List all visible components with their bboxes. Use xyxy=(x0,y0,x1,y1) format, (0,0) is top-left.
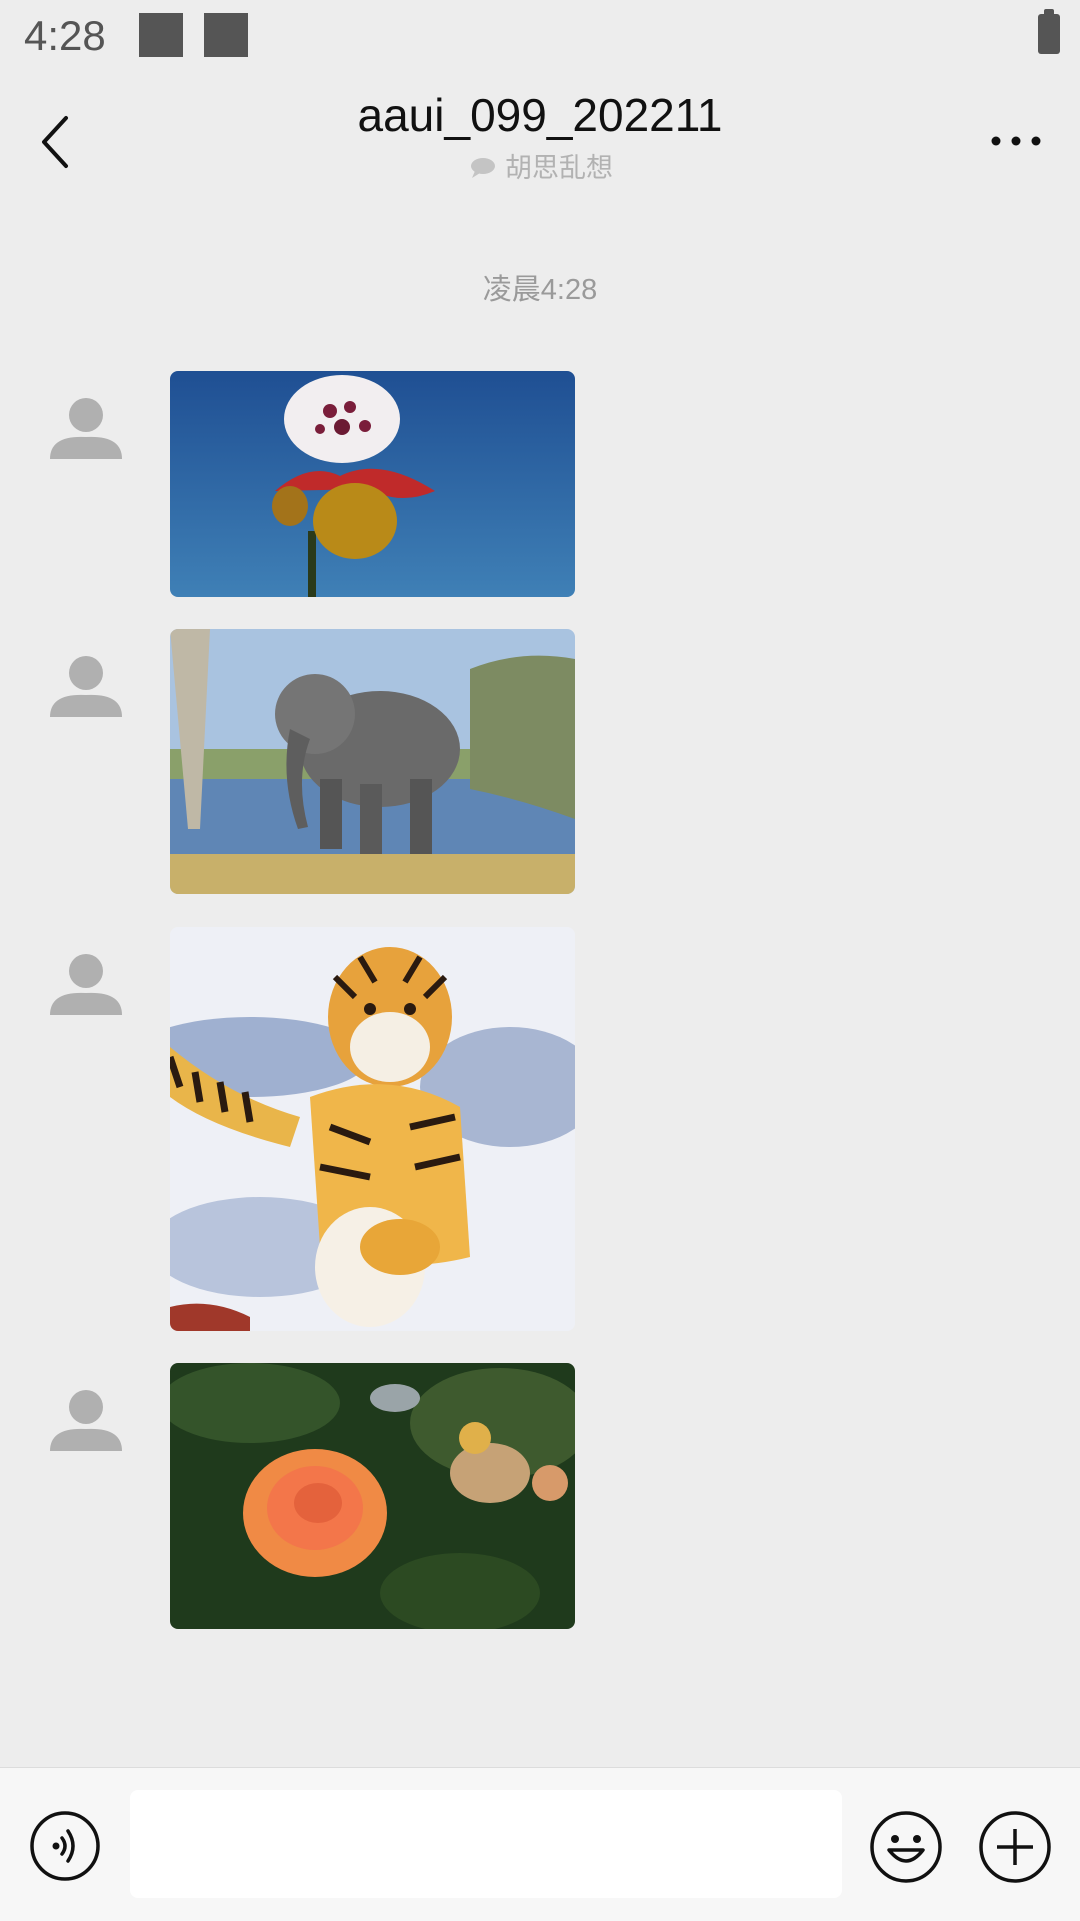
orchid-image xyxy=(170,371,575,597)
image-message[interactable] xyxy=(170,927,575,1331)
avatar[interactable] xyxy=(48,1385,124,1461)
chat-subtitle: 胡思乱想 xyxy=(0,146,1080,185)
avatar[interactable] xyxy=(48,949,124,1025)
image-message[interactable] xyxy=(170,1363,575,1629)
emoji-icon xyxy=(870,1811,942,1883)
message-row xyxy=(0,1363,1080,1629)
more-button[interactable] xyxy=(990,134,1042,148)
message-row xyxy=(0,927,1080,1331)
elephant-image xyxy=(170,629,575,894)
chat-title: aaui_099_202211 xyxy=(357,89,723,141)
emoji-button[interactable] xyxy=(869,1810,943,1884)
avatar[interactable] xyxy=(48,651,124,727)
message-row xyxy=(0,629,1080,894)
avatar-icon xyxy=(50,398,122,459)
more-functions-button[interactable] xyxy=(978,1810,1052,1884)
chat-subtitle-text: 胡思乱想 xyxy=(505,153,613,183)
notification-icon xyxy=(139,13,183,57)
tiger-image xyxy=(170,927,575,1331)
status-bar: 4:28 xyxy=(0,0,1080,72)
plus-icon xyxy=(979,1811,1051,1883)
voice-icon xyxy=(30,1811,100,1881)
message-row xyxy=(0,371,1080,597)
more-dots-icon xyxy=(991,136,1041,146)
chat-input-bar xyxy=(0,1767,1080,1921)
image-message[interactable] xyxy=(170,371,575,597)
voice-button[interactable] xyxy=(29,1810,101,1882)
avatar-icon xyxy=(50,1390,122,1451)
image-message[interactable] xyxy=(170,629,575,894)
status-time: 4:28 xyxy=(24,12,106,59)
notification-icon xyxy=(204,13,248,57)
chat-header: aaui_099_202211 胡思乱想 xyxy=(0,72,1080,202)
rose-image xyxy=(170,1363,575,1629)
battery-icon xyxy=(1038,9,1060,54)
message-input[interactable] xyxy=(130,1790,842,1898)
avatar-icon xyxy=(50,954,122,1015)
message-timestamp: 凌晨4:28 xyxy=(482,274,598,306)
avatar[interactable] xyxy=(48,393,124,469)
avatar-icon xyxy=(50,656,122,717)
chat-bubble-icon xyxy=(471,158,495,178)
